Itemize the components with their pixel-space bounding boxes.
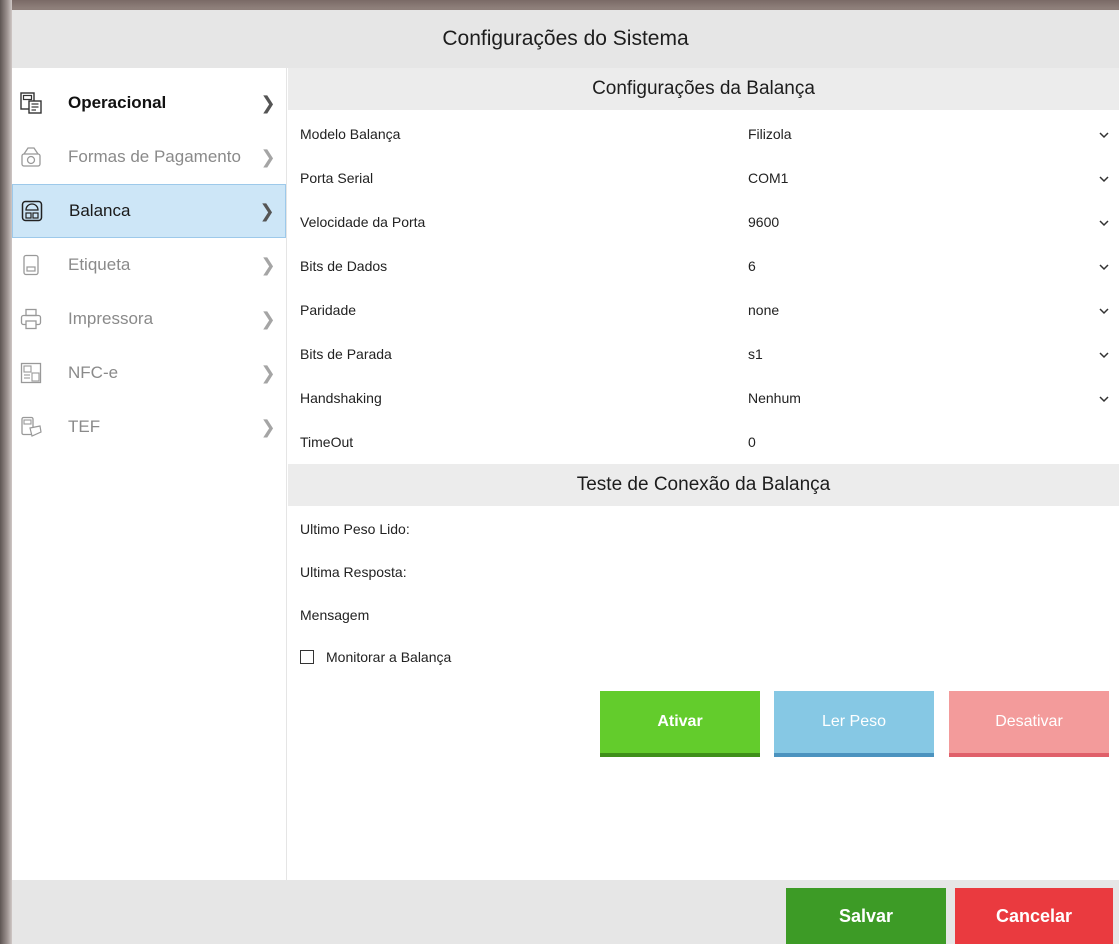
field-label-modelo-balanca: Modelo Balança: [300, 126, 401, 142]
save-button[interactable]: Salvar: [786, 888, 946, 944]
save-button-label: Salvar: [838, 905, 894, 926]
sidebar-item-label: Operacional: [68, 93, 167, 112]
background-frame: [0, 0, 12, 944]
window-title-text: Configurações do Sistema: [442, 27, 689, 50]
footer-bar: Salvar Cancelar: [12, 880, 1119, 944]
chevron-right-icon: ❯: [260, 92, 276, 114]
select-velocidade-porta[interactable]: 9600: [748, 214, 779, 230]
scale-icon: [21, 199, 43, 223]
deactivate-button-label: Desativar: [995, 713, 1063, 730]
select-modelo-balanca[interactable]: Filizola: [748, 126, 792, 142]
chevron-down-icon[interactable]: [1097, 348, 1111, 362]
select-handshaking[interactable]: Nenhum: [748, 390, 801, 406]
monitor-scale-label: Monitorar a Balança: [326, 649, 452, 665]
chevron-down-icon[interactable]: [1097, 172, 1111, 186]
section-title: Configurações da Balança: [592, 78, 815, 99]
sidebar-item-label: TEF: [68, 417, 101, 436]
chevron-down-icon[interactable]: [1097, 304, 1111, 318]
monitor-scale-checkbox[interactable]: [300, 650, 314, 664]
window-title: Configurações do Sistema: [12, 10, 1119, 68]
field-label-bits-dados: Bits de Dados: [300, 258, 388, 274]
chevron-down-icon[interactable]: [1097, 392, 1111, 406]
last-response-label: Ultima Resposta:: [300, 564, 407, 580]
sidebar-item-etiqueta[interactable]: Etiqueta ❯: [12, 238, 286, 292]
chevron-down-icon[interactable]: [1097, 260, 1111, 274]
field-label-porta-serial: Porta Serial: [300, 170, 374, 186]
chevron-right-icon: ❯: [260, 308, 276, 330]
operational-icon: [20, 91, 42, 115]
chevron-right-icon: ❯: [260, 416, 276, 438]
select-porta-serial[interactable]: COM1: [748, 170, 788, 186]
activate-button[interactable]: Ativar: [600, 691, 760, 757]
sidebar-item-tef[interactable]: TEF ❯: [12, 400, 286, 454]
chevron-down-icon[interactable]: [1097, 216, 1111, 230]
cancel-button[interactable]: Cancelar: [955, 888, 1113, 944]
message-label: Mensagem: [300, 607, 370, 623]
chevron-right-icon: ❯: [260, 362, 276, 384]
nfce-icon: [20, 361, 42, 385]
read-weight-button-label: Ler Peso: [821, 713, 887, 730]
timeout-input[interactable]: 0: [748, 434, 756, 450]
sidebar-item-formas-de-pagamento[interactable]: Formas de Pagamento ❯: [12, 130, 286, 184]
deactivate-button[interactable]: Desativar: [949, 691, 1109, 757]
chevron-right-icon: ❯: [260, 254, 276, 276]
field-label-velocidade-porta: Velocidade da Porta: [300, 214, 426, 230]
scale-settings-header: Configurações da Balança: [288, 68, 1119, 110]
field-label-handshaking: Handshaking: [300, 390, 382, 406]
main-panel: Configurações da Balança Modelo Balança …: [288, 68, 1119, 880]
last-weight-label: Ultimo Peso Lido:: [300, 521, 410, 537]
select-paridade[interactable]: none: [748, 302, 779, 318]
payment-icon: [20, 145, 42, 169]
activate-button-label: Ativar: [657, 713, 703, 730]
label-printer-icon: [20, 253, 42, 277]
sidebar-item-label: Etiqueta: [68, 255, 131, 274]
field-label-bits-parada: Bits de Parada: [300, 346, 392, 362]
printer-icon: [20, 307, 42, 331]
sidebar-item-impressora[interactable]: Impressora ❯: [12, 292, 286, 346]
cancel-button-label: Cancelar: [995, 905, 1073, 926]
sidebar-item-operacional[interactable]: Operacional ❯: [12, 76, 286, 130]
sidebar-item-label: NFC-e: [68, 363, 119, 382]
select-bits-dados[interactable]: 6: [748, 258, 756, 274]
chevron-right-icon: ❯: [259, 200, 275, 222]
sidebar-item-label: Impressora: [68, 309, 154, 328]
sidebar-item-label: Balanca: [69, 201, 131, 220]
section-title: Teste de Conexão da Balança: [576, 474, 831, 495]
field-label-timeout: TimeOut: [300, 434, 354, 450]
field-label-paridade: Paridade: [300, 302, 357, 318]
settings-window: Configurações do Sistema Operacional ❯ F…: [12, 10, 1119, 944]
sidebar: Operacional ❯ Formas de Pagamento ❯ Bala…: [12, 68, 287, 880]
chevron-down-icon[interactable]: [1097, 128, 1111, 142]
sidebar-item-balanca[interactable]: Balanca ❯: [12, 184, 286, 238]
sidebar-item-label: Formas de Pagamento: [68, 147, 241, 166]
select-bits-parada[interactable]: s1: [748, 346, 763, 362]
tef-icon: [20, 415, 42, 439]
connection-test-header: Teste de Conexão da Balança: [288, 464, 1119, 506]
chevron-right-icon: ❯: [260, 146, 276, 168]
sidebar-item-nfce[interactable]: NFC-e ❯: [12, 346, 286, 400]
read-weight-button[interactable]: Ler Peso: [774, 691, 934, 757]
